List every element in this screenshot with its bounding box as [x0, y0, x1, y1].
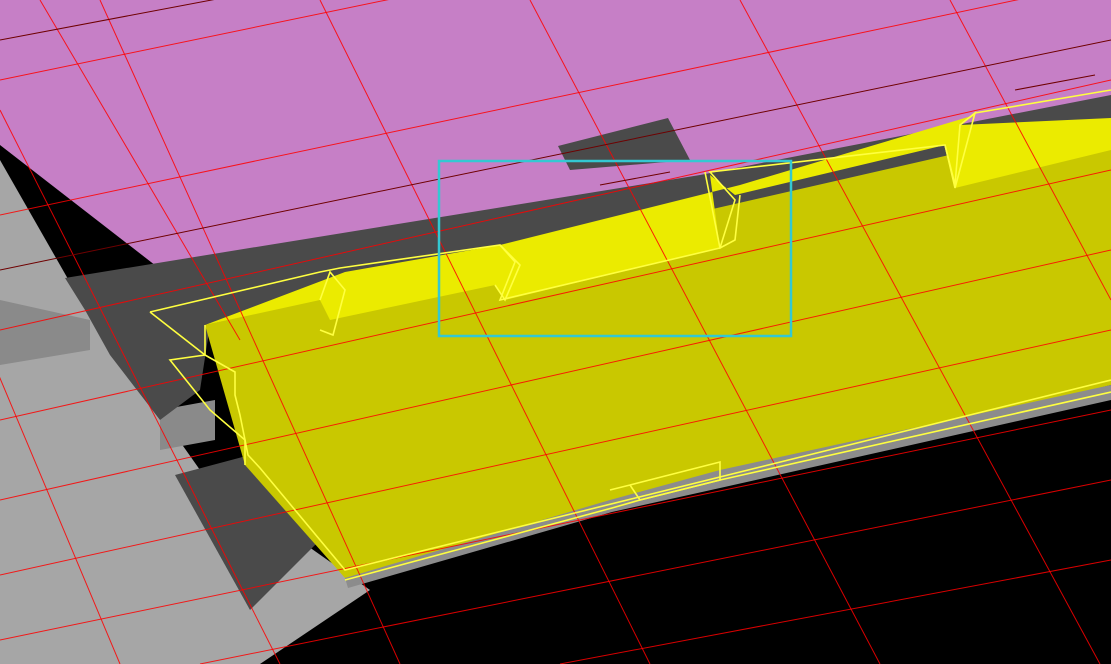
viewport-scene — [0, 0, 1111, 664]
3d-viewport[interactable] — [0, 0, 1111, 664]
